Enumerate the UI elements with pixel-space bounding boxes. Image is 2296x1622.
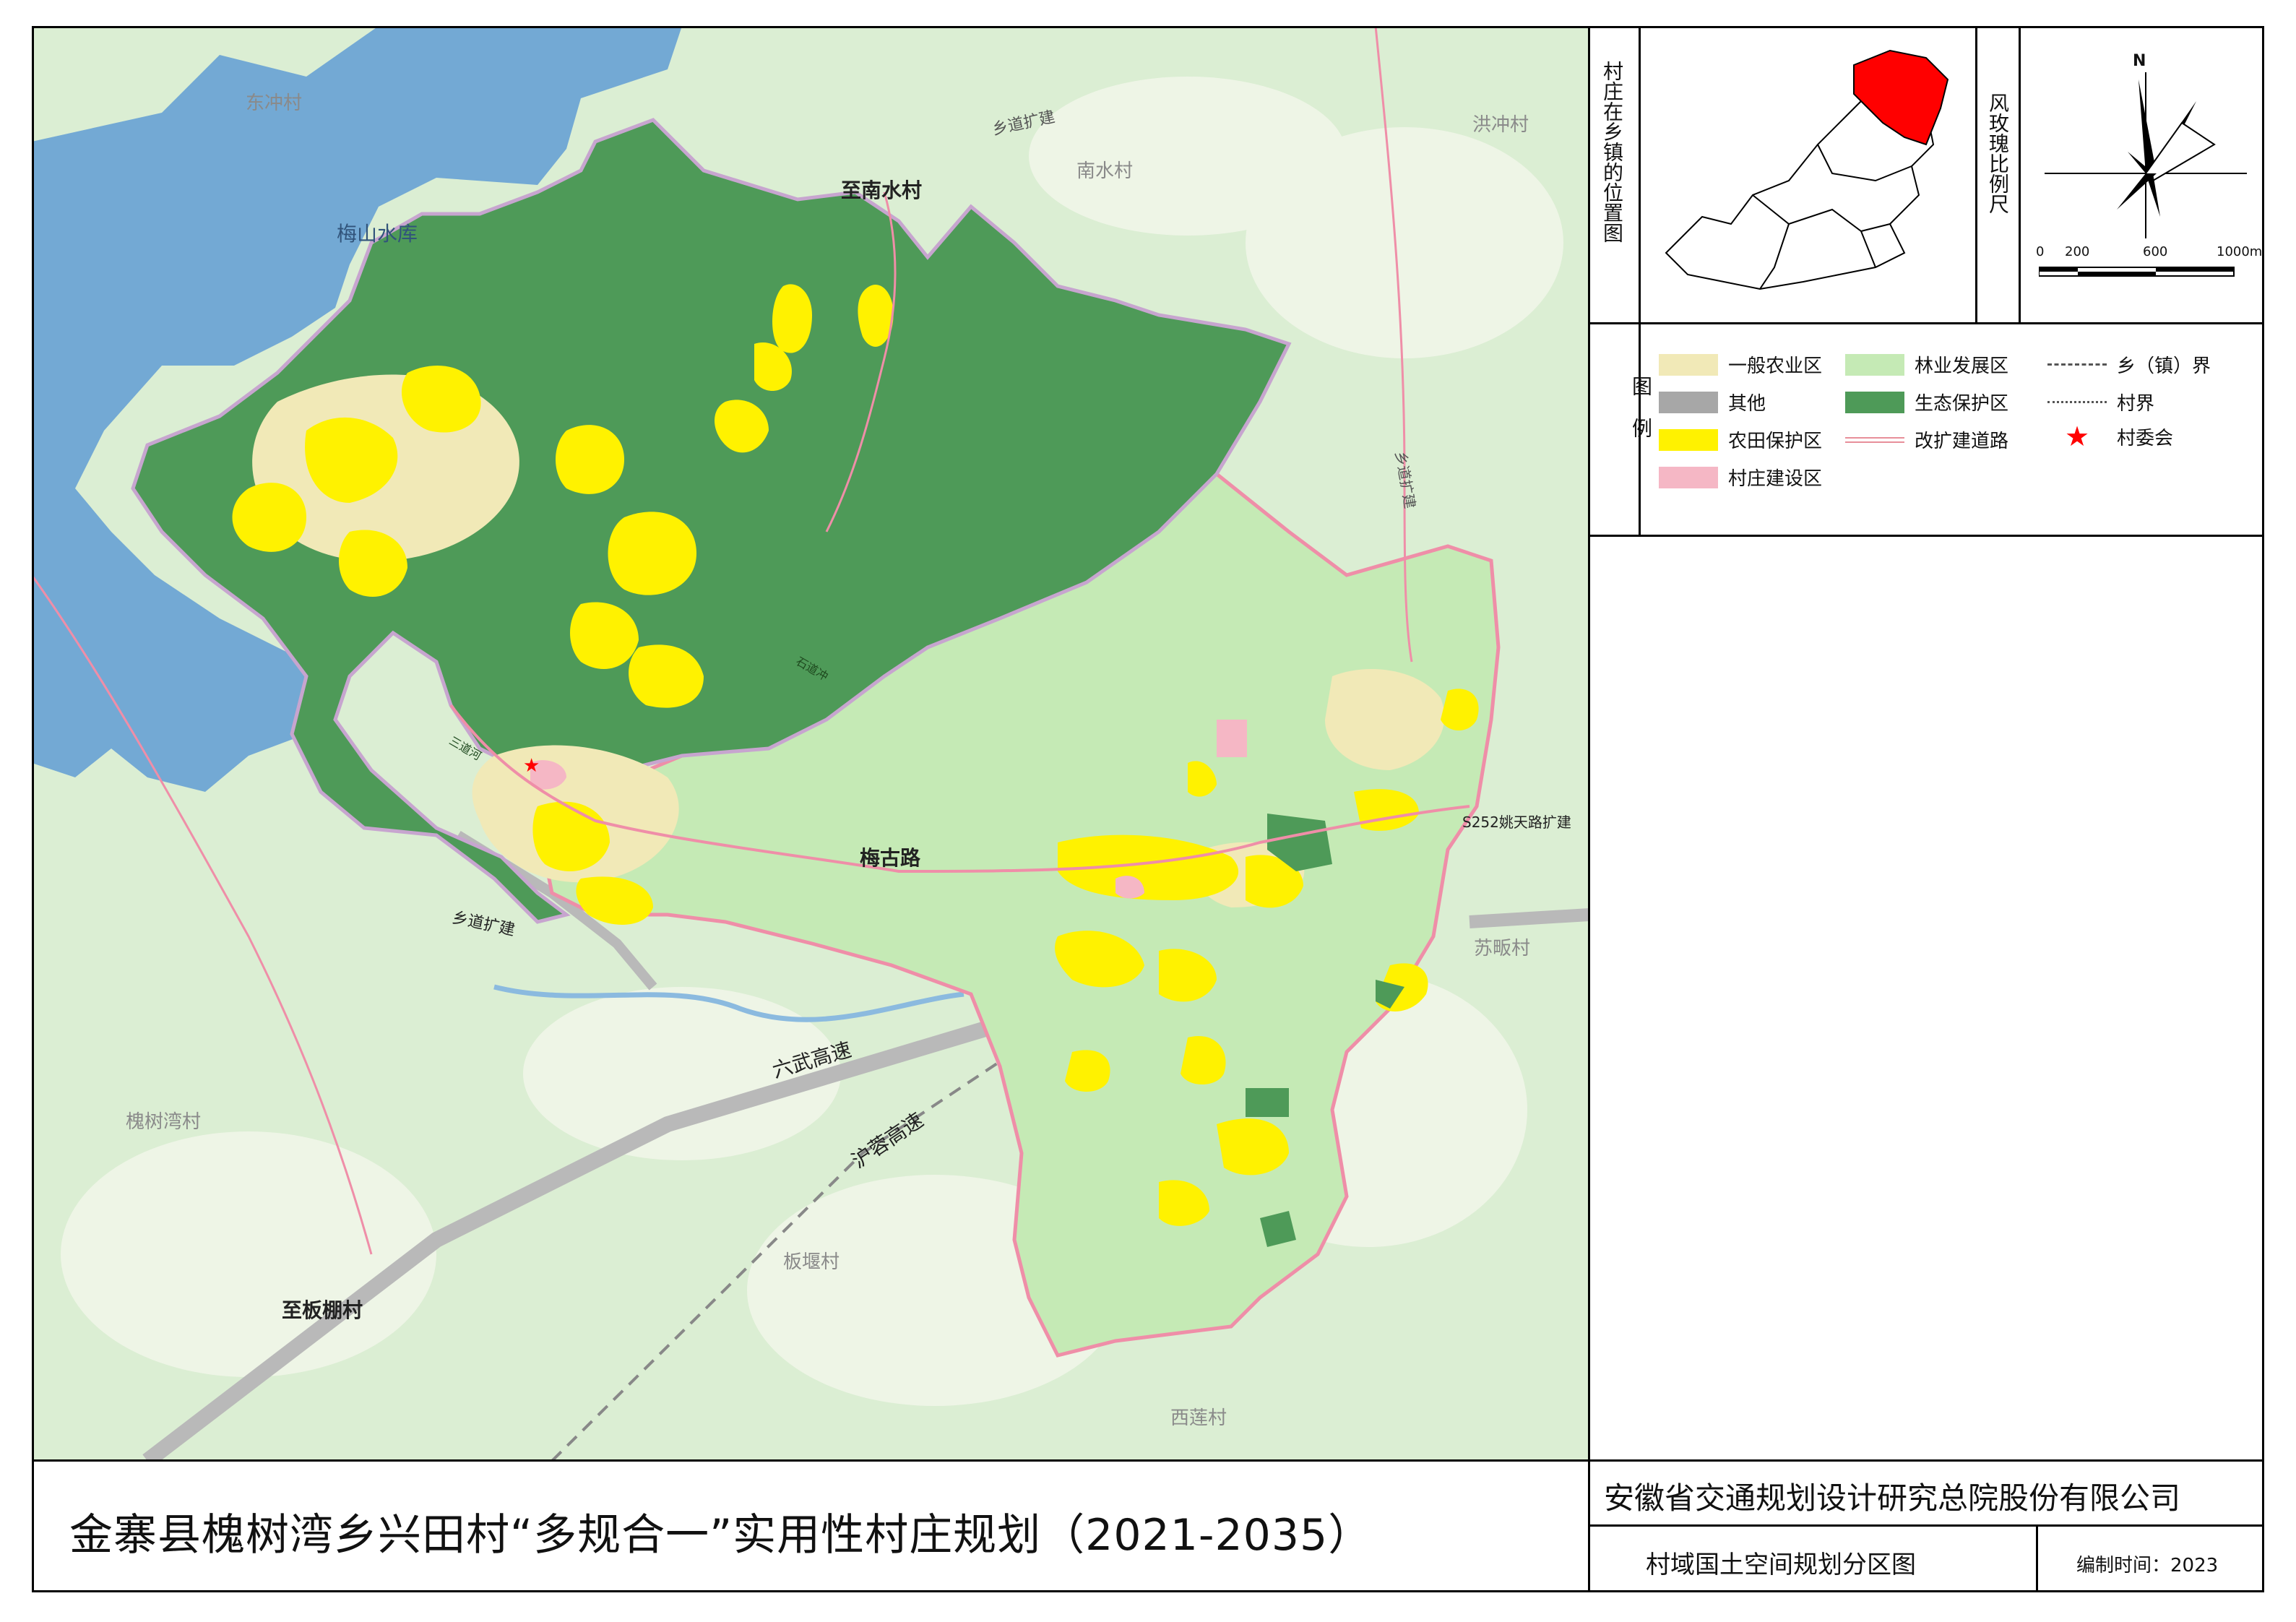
map-subtitle: 村域国土空间规划分区图 bbox=[1646, 1550, 1916, 1579]
legend-item-ecological: 生态保护区 bbox=[1845, 389, 2008, 415]
page-title: 金寨县槐树湾乡兴田村“多规合一”实用性村庄规划（2021-2035） bbox=[69, 1510, 1373, 1561]
panel-divider bbox=[1588, 26, 1590, 1461]
legend-swatch bbox=[2047, 401, 2107, 403]
legend-item-village-boundary: 村界 bbox=[2047, 389, 2154, 415]
legend-item-construction: 村庄建设区 bbox=[1659, 464, 1822, 491]
legend-item-road-expansion: 改扩建道路 bbox=[1845, 426, 2008, 453]
legend-item-farmland: 农田保护区 bbox=[1659, 426, 1822, 453]
scale-tick-600: 600 bbox=[2143, 244, 2168, 259]
legend-swatch bbox=[1659, 428, 1718, 451]
legend-swatch bbox=[1659, 466, 1718, 488]
location-map-label: 村庄在乡镇的位置图 bbox=[1600, 61, 1624, 243]
location-map bbox=[1665, 49, 1949, 290]
legend-swatch bbox=[2047, 363, 2107, 366]
scale-bar bbox=[2039, 267, 2235, 277]
scale-tick-0: 0 bbox=[2036, 244, 2045, 259]
legend-item-forestry: 林业发展区 bbox=[1845, 351, 2008, 378]
legend-item-village-committee: ★ 村委会 bbox=[2047, 423, 2173, 450]
legend-swatch bbox=[1845, 353, 1904, 376]
compass-label: 风玫瑰比例尺 bbox=[1986, 92, 2010, 214]
scale-tick-1000: 1000m bbox=[2217, 244, 2263, 259]
village-committee-icon: ★ bbox=[2064, 420, 2090, 452]
legend-swatch bbox=[1845, 391, 1904, 413]
date-text: 编制时间：2023 bbox=[2076, 1555, 2219, 1576]
legend-item-general-agriculture: 一般农业区 bbox=[1659, 351, 1822, 378]
legend-item-other: 其他 bbox=[1659, 389, 1766, 415]
title-divider bbox=[32, 1459, 2264, 1462]
scale-tick-200: 200 bbox=[2065, 244, 2090, 259]
legend-item-township-boundary: 乡（镇）界 bbox=[2047, 351, 2211, 378]
legend-swatch bbox=[1845, 436, 1904, 443]
company-name: 安徽省交通规划设计研究总院股份有限公司 bbox=[1604, 1480, 2181, 1516]
compass-rose bbox=[2045, 72, 2247, 238]
legend-swatch bbox=[1659, 391, 1718, 413]
legend-swatch bbox=[1659, 353, 1718, 376]
